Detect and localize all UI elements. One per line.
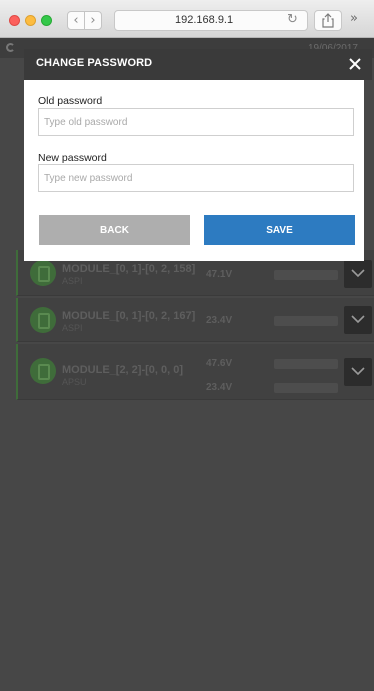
old-password-label: Old password (38, 95, 103, 107)
module-name: MODULE_[0, 1]-[0, 2, 158] (62, 263, 196, 275)
new-password-label: New password (38, 152, 107, 164)
address-bar[interactable]: 192.168.9.1 ↻ (114, 10, 308, 31)
module-type: ASPI (62, 276, 83, 286)
module-voltage: 47.1V (206, 269, 233, 280)
module-level-bar (274, 383, 338, 393)
share-icon (322, 13, 334, 28)
new-password-field[interactable] (38, 164, 354, 192)
modal-title: CHANGE PASSWORD (36, 57, 153, 69)
address-text: 192.168.9.1 (175, 14, 234, 26)
close-window-button[interactable] (9, 15, 20, 26)
more-tools-button[interactable]: » (350, 11, 358, 26)
module-card: MODULE_[0, 1]-[0, 2, 167] ASPI 23.4V (16, 298, 374, 342)
reload-icon[interactable]: ↻ (287, 12, 298, 27)
module-card: MODULE_[2, 2]-[0, 0, 0] APSU 47.6V 23.4V (16, 344, 374, 400)
module-type: ASPI (62, 323, 83, 333)
chevron-down-icon (351, 367, 365, 376)
module-icon (30, 260, 56, 286)
module-voltage: 23.4V (206, 315, 233, 326)
close-icon (349, 58, 361, 70)
module-name: MODULE_[0, 1]-[0, 2, 167] (62, 310, 196, 322)
loading-icon (6, 43, 15, 52)
maximize-window-button[interactable] (41, 15, 52, 26)
module-voltage: 23.4V (206, 382, 233, 393)
module-voltage: 47.6V (206, 358, 233, 369)
module-icon (30, 307, 56, 333)
back-button[interactable]: BACK (39, 215, 190, 245)
module-icon (30, 358, 56, 384)
expand-module-button[interactable] (344, 306, 372, 334)
change-password-form: Old password New password BACK SAVE (24, 80, 364, 261)
close-modal-button[interactable] (346, 55, 364, 73)
chevron-down-icon (351, 315, 365, 324)
chevron-right-icon: › (90, 13, 96, 28)
share-button[interactable] (314, 10, 342, 31)
chevron-left-icon: ‹ (73, 13, 79, 28)
module-name: MODULE_[2, 2]-[0, 0, 0] (62, 364, 184, 376)
module-type: APSU (62, 377, 87, 387)
modal-header: CHANGE PASSWORD (24, 49, 372, 80)
browser-toolbar: ‹ › 192.168.9.1 ↻ » (0, 0, 374, 38)
old-password-field[interactable] (38, 108, 354, 136)
module-level-bar (274, 316, 338, 326)
module-level-bar (274, 359, 338, 369)
browser-back-button[interactable]: ‹ (67, 11, 85, 30)
browser-forward-button[interactable]: › (84, 11, 102, 30)
minimize-window-button[interactable] (25, 15, 36, 26)
chevron-down-icon (351, 269, 365, 278)
expand-module-button[interactable] (344, 358, 372, 386)
save-button[interactable]: SAVE (204, 215, 355, 245)
module-level-bar (274, 270, 338, 280)
expand-module-button[interactable] (344, 260, 372, 288)
